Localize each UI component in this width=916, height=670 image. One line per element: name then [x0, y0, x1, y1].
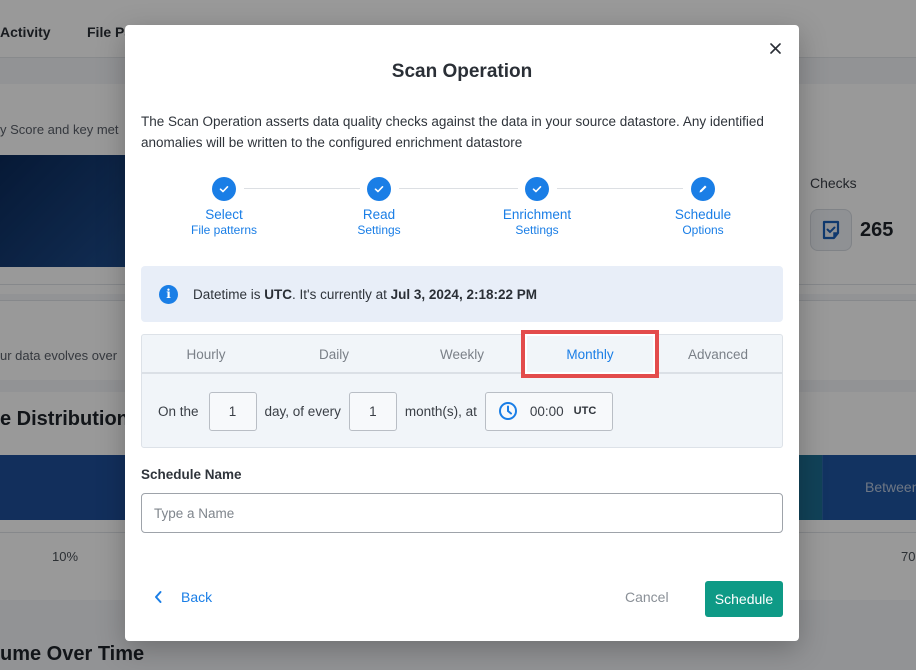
schedule-tabs: Hourly Daily Weekly Monthly Advanced: [142, 330, 782, 378]
time-value: 00:00: [529, 403, 564, 419]
schedule-panel: Hourly Daily Weekly Monthly Advanced On …: [141, 330, 783, 448]
info-current-datetime: Jul 3, 2024, 2:18:22 PM: [390, 286, 537, 302]
chevron-left-icon: [155, 591, 162, 603]
day-input[interactable]: 1: [208, 391, 257, 431]
check-icon: [374, 186, 384, 193]
step-enrichment[interactable]: Enrichment Settings: [467, 177, 607, 237]
step-title: Enrichment: [502, 207, 572, 222]
tab-hourly[interactable]: Hourly: [142, 335, 270, 372]
clock-icon: [498, 402, 517, 420]
dialog-title: Scan Operation: [391, 61, 533, 82]
schedule-button[interactable]: Schedule: [705, 581, 783, 617]
info-text: Datetime is UTC. It's currently at Jul 3…: [193, 287, 537, 302]
cancel-button[interactable]: Cancel: [625, 589, 669, 605]
check-icon: [219, 186, 229, 193]
step-complete-indicator: [212, 177, 236, 201]
step-title: Schedule: [674, 207, 732, 222]
check-icon: [532, 186, 542, 193]
back-button[interactable]: Back: [153, 589, 212, 605]
monthly-schedule-row: On the 1 day, of every 1 month(s), at 00…: [158, 391, 613, 431]
info-icon: i: [159, 284, 178, 304]
schedule-name-label: Schedule Name: [141, 467, 242, 482]
close-icon: [769, 42, 781, 54]
day-of-every-label: day, of every: [264, 403, 341, 419]
tab-daily[interactable]: Daily: [270, 335, 398, 372]
step-complete-indicator: [367, 177, 391, 201]
pencil-icon: [699, 185, 707, 193]
time-picker[interactable]: 00:00 UTC: [484, 391, 613, 431]
info-middle: . It's currently at: [292, 286, 391, 302]
on-the-label: On the: [158, 403, 199, 419]
step-complete-indicator: [525, 177, 549, 201]
dialog-description: The Scan Operation asserts data quality …: [141, 114, 764, 150]
time-zone: UTC: [573, 405, 597, 417]
timezone-info-banner: i Datetime is UTC. It's currently at Jul…: [141, 266, 783, 322]
step-subtitle: File patterns: [190, 223, 258, 237]
step-subtitle: Settings: [515, 223, 559, 237]
step-title: Read: [362, 207, 396, 222]
scan-operation-dialog: Scan Operation The Scan Operation assert…: [125, 25, 799, 641]
months-at-label: month(s), at: [404, 403, 477, 419]
step-read[interactable]: Read Settings: [309, 177, 449, 237]
step-subtitle: Options: [682, 223, 724, 237]
tab-monthly[interactable]: Monthly: [521, 330, 659, 378]
step-schedule[interactable]: Schedule Options: [633, 177, 773, 237]
close-button[interactable]: [767, 40, 783, 56]
info-timezone: UTC: [264, 286, 293, 302]
step-subtitle: Settings: [357, 223, 401, 237]
step-current-indicator: [691, 177, 715, 201]
tab-weekly[interactable]: Weekly: [398, 335, 526, 372]
tab-advanced[interactable]: Advanced: [654, 335, 782, 372]
info-prefix: Datetime is: [193, 286, 265, 302]
step-title: Select: [205, 207, 243, 222]
stepper: Select File patterns Read Settings Enric…: [141, 177, 783, 247]
step-select[interactable]: Select File patterns: [154, 177, 294, 237]
schedule-name-input[interactable]: [141, 493, 783, 533]
back-label: Back: [181, 589, 213, 605]
month-interval-input[interactable]: 1: [348, 391, 397, 431]
